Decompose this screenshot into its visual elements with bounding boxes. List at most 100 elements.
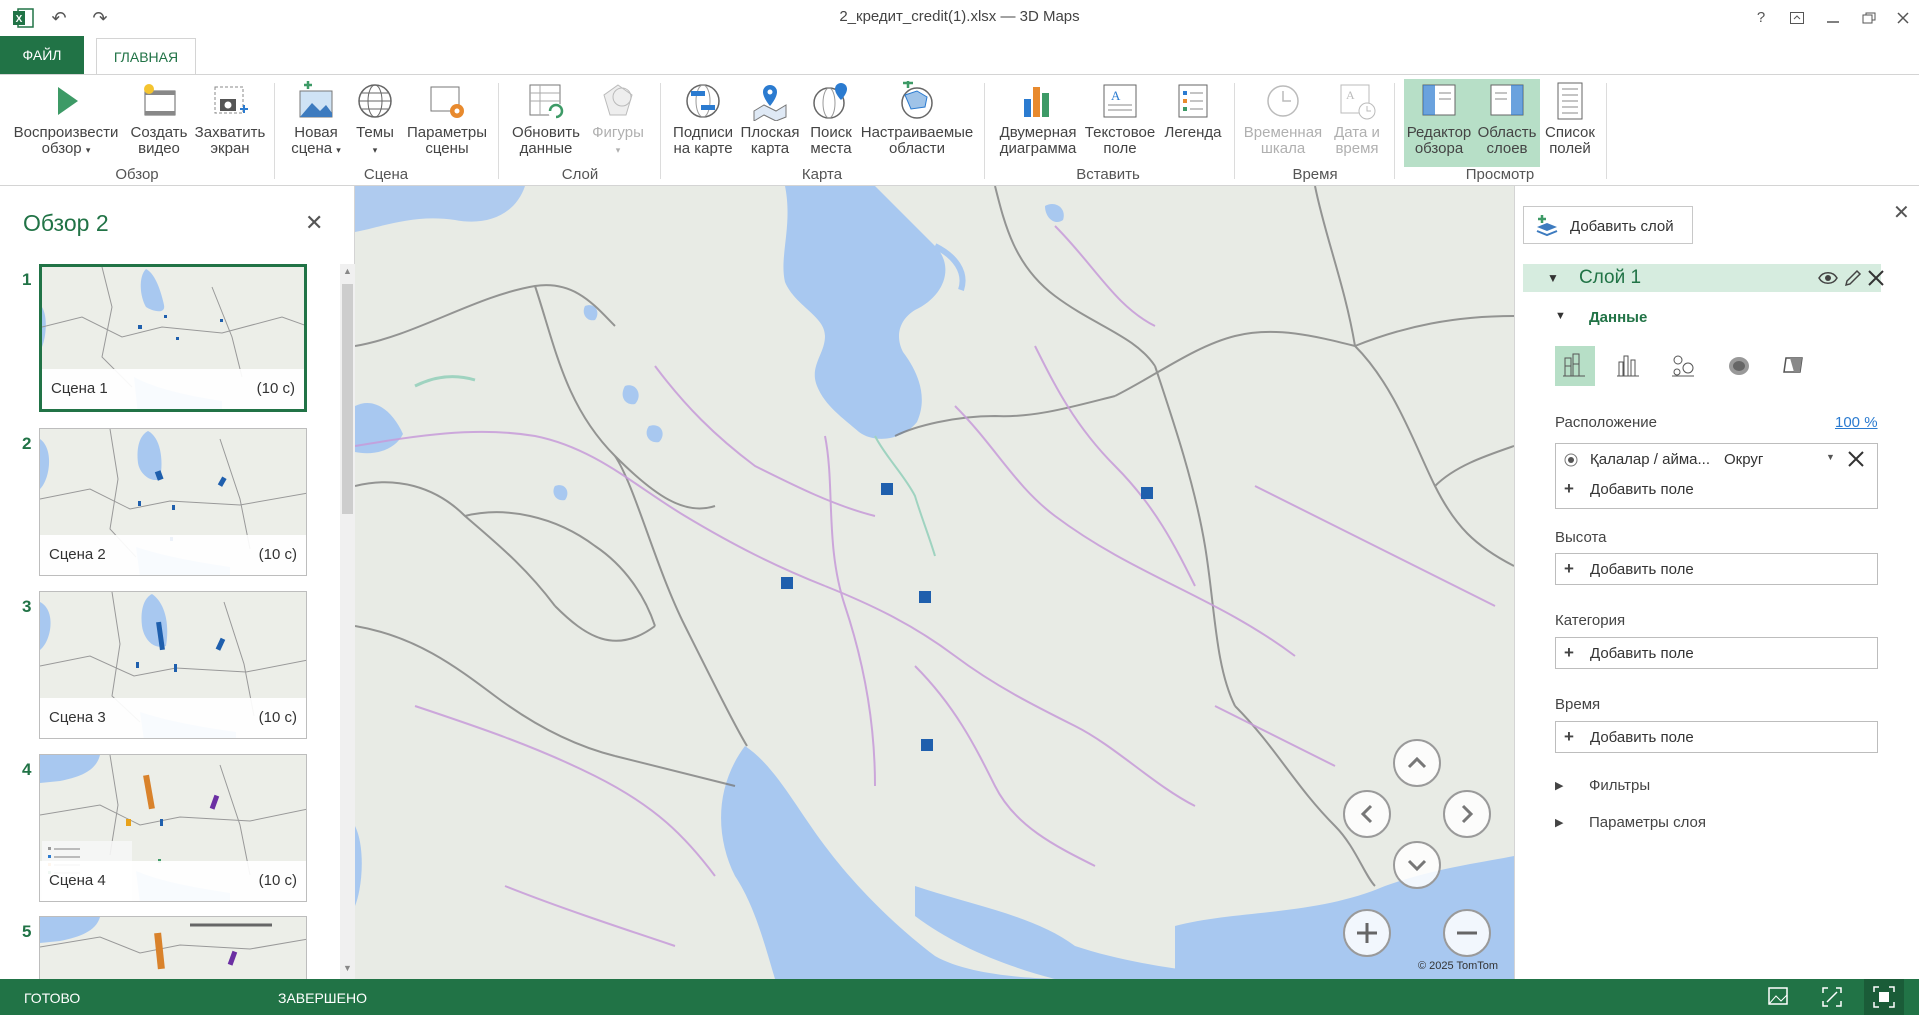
scene-map-preview [40, 917, 306, 979]
map-view[interactable]: © 2025 TomTom [355, 186, 1514, 979]
scene-options-button[interactable]: Параметры сцены [402, 79, 492, 167]
data-point[interactable] [919, 591, 931, 603]
themes-label: Темы [356, 124, 394, 141]
layer-pane-label-1: Область [1477, 124, 1537, 141]
scene-thumbnail[interactable]: 3 Сцена 3 (10 с) [0, 591, 330, 741]
scene-thumbnail[interactable]: 5 [0, 916, 330, 979]
time-line-button[interactable]: Временная шкала [1240, 79, 1326, 167]
map-labels-icon [686, 84, 720, 118]
scroll-down-icon[interactable]: ▼ [341, 963, 354, 977]
collapse-icon[interactable]: ▼ [1547, 271, 1559, 285]
scene-number: 1 [22, 270, 32, 289]
layer-pane-close-icon[interactable]: ✕ [1893, 200, 1910, 225]
tour-scrollbar[interactable]: ▲ ▼ [340, 264, 355, 979]
find-location-label-1: Поиск [810, 124, 852, 141]
location-field-type[interactable]: Округ [1724, 451, 1763, 468]
time-field-box[interactable]: + Добавить поле [1555, 721, 1878, 753]
create-video-button[interactable]: Создать видео [126, 79, 192, 167]
stacked-column-icon [1563, 353, 1585, 377]
delete-layer-icon[interactable] [1866, 268, 1886, 288]
flat-map-button[interactable]: Плоская карта [738, 79, 802, 167]
refresh-data-button[interactable]: Обновить данные [508, 79, 584, 167]
scene-view-button[interactable] [1758, 979, 1798, 1015]
new-scene-icon [299, 81, 333, 118]
data-point[interactable] [881, 483, 893, 495]
scrollbar-thumb[interactable] [342, 284, 353, 514]
add-field-row[interactable]: + Добавить поле [1556, 474, 1877, 504]
shapes-button[interactable]: Фигуры ▾ [586, 79, 650, 167]
location-percent-link[interactable]: 100 % [1835, 414, 1878, 431]
remove-field-icon[interactable] [1846, 449, 1866, 469]
scene-view-icon [1768, 987, 1788, 1005]
data-point[interactable] [921, 739, 933, 751]
scroll-up-icon[interactable]: ▲ [341, 266, 354, 280]
radio-icon[interactable] [1564, 453, 1578, 467]
capture-screen-button[interactable]: Захватить экран [194, 79, 266, 167]
viz-heat-map-button[interactable] [1719, 346, 1759, 386]
add-field-row[interactable]: + Добавить поле [1556, 554, 1877, 584]
scene-name: Сцена 4 [49, 872, 106, 889]
scene-thumbnail[interactable]: 2 Сцена 2 (10 с) [0, 428, 330, 578]
viz-region-button[interactable] [1774, 346, 1814, 386]
scene-thumbnail[interactable]: 1 Сцена 1 (10 с) [0, 264, 330, 414]
ribbon: Воспроизвести обзор ▾ Создать видео Захв… [0, 74, 1919, 186]
play-tour-button[interactable]: Воспроизвести обзор ▾ [8, 79, 124, 167]
full-screen-icon [1873, 986, 1895, 1008]
text-box-button[interactable]: A Текстовое поле [1082, 79, 1158, 167]
tour-editor-button[interactable]: Редактор обзора [1404, 79, 1474, 167]
chart-2d-button[interactable]: Двумерная диаграмма [994, 79, 1082, 167]
zoom-in-button[interactable] [1343, 909, 1391, 957]
category-field-box[interactable]: + Добавить поле [1555, 637, 1878, 669]
tilt-down-button[interactable] [1393, 841, 1441, 889]
viz-bubble-button[interactable] [1664, 346, 1704, 386]
field-type-dropdown-icon[interactable]: ▼ [1826, 452, 1835, 462]
themes-button[interactable]: Темы ▾ [350, 79, 400, 167]
plus-icon: + [1564, 643, 1574, 662]
layer-pane-button[interactable]: Область слоев [1474, 79, 1540, 167]
tab-file[interactable]: ФАЙЛ [0, 36, 84, 74]
help-icon[interactable]: ? [1748, 6, 1774, 30]
ribbon-display-icon[interactable] [1784, 6, 1810, 30]
location-field-box: Қалалар / аймa... Округ ▼ + Добавить пол… [1555, 443, 1878, 509]
full-screen-button[interactable] [1864, 979, 1904, 1015]
date-time-button[interactable]: A Дата и время [1326, 79, 1388, 167]
scene-duration: (10 с) [258, 872, 297, 889]
minimize-icon[interactable] [1820, 6, 1846, 30]
tab-home[interactable]: ГЛАВНАЯ [96, 38, 196, 74]
refresh-data-icon [529, 84, 564, 119]
expand-icon: ▶ [1555, 817, 1564, 829]
scene-thumbnail[interactable]: 4 Сцена 4 (10 с) [0, 754, 330, 904]
viz-clustered-column-button[interactable] [1609, 346, 1649, 386]
location-field-row[interactable]: Қалалар / аймa... Округ ▼ [1556, 444, 1877, 474]
eye-icon[interactable] [1818, 268, 1838, 288]
legend-button[interactable]: Легенда [1160, 79, 1226, 167]
field-list-button[interactable]: Список полей [1540, 79, 1600, 167]
custom-regions-button[interactable]: Настраиваемые области [858, 79, 976, 167]
flat-map-label-1: Плоская [740, 124, 800, 141]
add-field-row[interactable]: + Добавить поле [1556, 638, 1877, 668]
map-labels-button[interactable]: Подписи на карте [668, 79, 738, 167]
play-icon [58, 87, 78, 115]
rotate-left-button[interactable] [1343, 790, 1391, 838]
new-scene-button[interactable]: Новая сцена ▾ [286, 79, 346, 167]
viz-stacked-column-button[interactable] [1555, 346, 1595, 386]
tour-close-icon[interactable]: ✕ [305, 210, 323, 236]
rotate-right-button[interactable] [1443, 790, 1491, 838]
data-point[interactable] [781, 577, 793, 589]
layer-header[interactable]: ▼ Слой 1 [1523, 264, 1884, 292]
add-layer-button[interactable]: Добавить слой [1523, 206, 1693, 244]
pencil-icon[interactable] [1843, 268, 1863, 288]
height-field-box[interactable]: + Добавить поле [1555, 553, 1878, 585]
layer-pane: ✕ Добавить слой ▼ Слой 1 ▼ Данные Распол… [1514, 186, 1919, 979]
map-copyright: © 2025 TomTom [1418, 960, 1499, 972]
fit-view-button[interactable] [1812, 979, 1852, 1015]
zoom-out-button[interactable] [1443, 909, 1491, 957]
close-icon[interactable] [1890, 6, 1916, 30]
add-field-row[interactable]: + Добавить поле [1556, 722, 1877, 752]
data-collapse-icon[interactable]: ▼ [1555, 310, 1566, 322]
restore-icon[interactable] [1856, 6, 1882, 30]
data-point[interactable] [1141, 487, 1153, 499]
tilt-up-button[interactable] [1393, 739, 1441, 787]
tour-editor-label-1: Редактор [1406, 124, 1472, 141]
find-location-button[interactable]: Поиск места [804, 79, 858, 167]
